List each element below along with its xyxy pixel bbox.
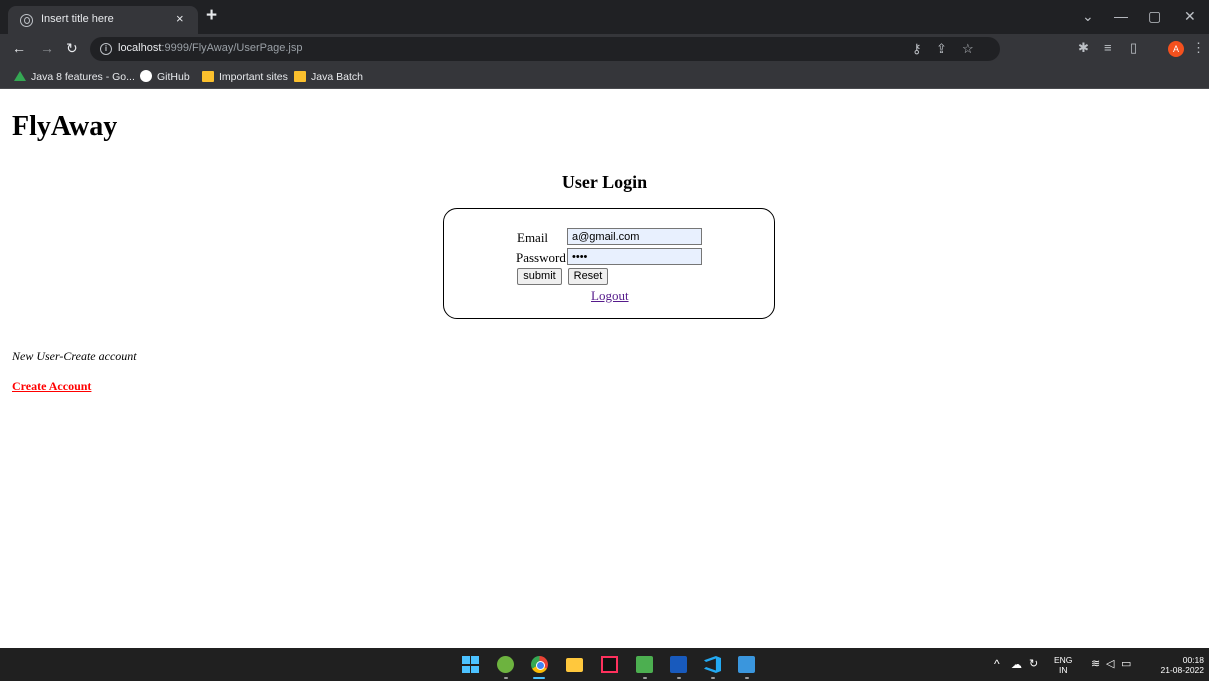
profile-avatar[interactable]: A [1168,41,1184,57]
tab-title: Insert title here [41,13,114,25]
github-icon [140,70,152,83]
star-icon[interactable]: ☆ [962,42,974,56]
browser-tab[interactable]: Insert title here × [8,6,198,34]
close-window-button[interactable]: ✕ [1184,8,1196,24]
new-user-text: New User-Create account [12,349,137,363]
file-explorer-icon[interactable] [566,658,583,672]
notepad-icon[interactable] [636,656,653,673]
bookmarks-bar: Java 8 features - Go... GitHub Important… [0,64,1209,89]
arrow-left-icon[interactable]: ← [12,40,26,56]
reload-icon[interactable]: ↻ [66,40,78,56]
bookmark-important-sites[interactable]: Important sites [202,69,288,85]
running-indicator [504,677,508,679]
share-icon[interactable]: ⇪ [936,42,947,56]
password-field[interactable] [567,248,702,265]
battery-icon[interactable]: ▭ [1121,657,1131,670]
kebab-menu-icon[interactable]: ⋮ [1192,41,1205,55]
login-heading: User Login [561,172,648,192]
reading-list-icon[interactable]: ≡ [1104,41,1112,55]
page-title: FlyAway [12,111,118,142]
sync-icon[interactable]: ↻ [1029,657,1038,670]
active-indicator [533,677,545,679]
info-icon[interactable]: i [100,43,112,55]
bookmark-github[interactable]: GitHub [140,69,190,85]
taskbar: ^ ☁ ↻ ENG IN ≋ ◁ ▭ 00:18 21-08-2022 [0,648,1209,681]
submit-button[interactable]: submit [517,268,562,285]
google-drive-icon [14,71,26,82]
running-indicator [677,677,681,679]
arrow-right-icon[interactable]: → [40,40,54,56]
windows-start-icon[interactable] [462,656,479,673]
tab-search-icon[interactable]: ⌄ [1082,8,1094,24]
new-tab-button[interactable]: + [206,6,217,25]
cloud-icon[interactable]: ☁ [1011,658,1022,671]
email-label: Email [517,230,549,245]
tab-strip: Insert title here × + ⌄ — ▢ ✕ [0,0,1209,34]
tab-close-button[interactable]: × [176,11,184,27]
clock[interactable]: 00:18 21-08-2022 [1140,655,1204,675]
running-indicator [711,677,715,679]
folder-icon [294,70,306,82]
vscode-icon[interactable] [704,656,721,673]
email-field[interactable] [567,228,702,245]
speaker-icon[interactable]: ◁ [1106,657,1114,670]
language-indicator[interactable]: ENG IN [1054,655,1072,675]
side-panel-icon[interactable]: ▯ [1130,41,1137,55]
chevron-up-icon[interactable]: ^ [994,657,1000,671]
spring-tools-icon[interactable] [497,656,514,673]
puzzle-icon[interactable]: ✱ [1078,41,1089,55]
bookmark-java8[interactable]: Java 8 features - Go... [14,69,135,85]
chrome-icon[interactable] [531,656,548,673]
running-indicator [643,677,647,679]
bookmark-java-batch[interactable]: Java Batch [294,69,363,85]
maximize-button[interactable]: ▢ [1148,8,1161,24]
url-text[interactable]: localhost:9999/FlyAway/UserPage.jsp [118,42,302,54]
key-icon[interactable]: ⚷ [912,42,922,56]
app-icon[interactable] [738,656,755,673]
intellij-icon[interactable] [601,656,618,673]
minimize-button[interactable]: — [1114,8,1128,24]
browser-toolbar: ← → ↻ i localhost:9999/FlyAway/UserPage.… [0,34,1209,64]
word-icon[interactable] [670,656,687,673]
create-account-link[interactable]: Create Account [12,379,91,394]
logout-link[interactable]: Logout [591,288,629,304]
folder-icon [202,70,214,82]
globe-icon [20,14,33,27]
login-form: Email Password submit Reset Logout [443,208,775,319]
password-label: Password [516,250,566,265]
address-bar[interactable]: i localhost:9999/FlyAway/UserPage.jsp ⚷ … [90,37,1000,61]
reset-button[interactable]: Reset [568,268,608,285]
running-indicator [745,677,749,679]
wifi-icon[interactable]: ≋ [1091,657,1100,670]
